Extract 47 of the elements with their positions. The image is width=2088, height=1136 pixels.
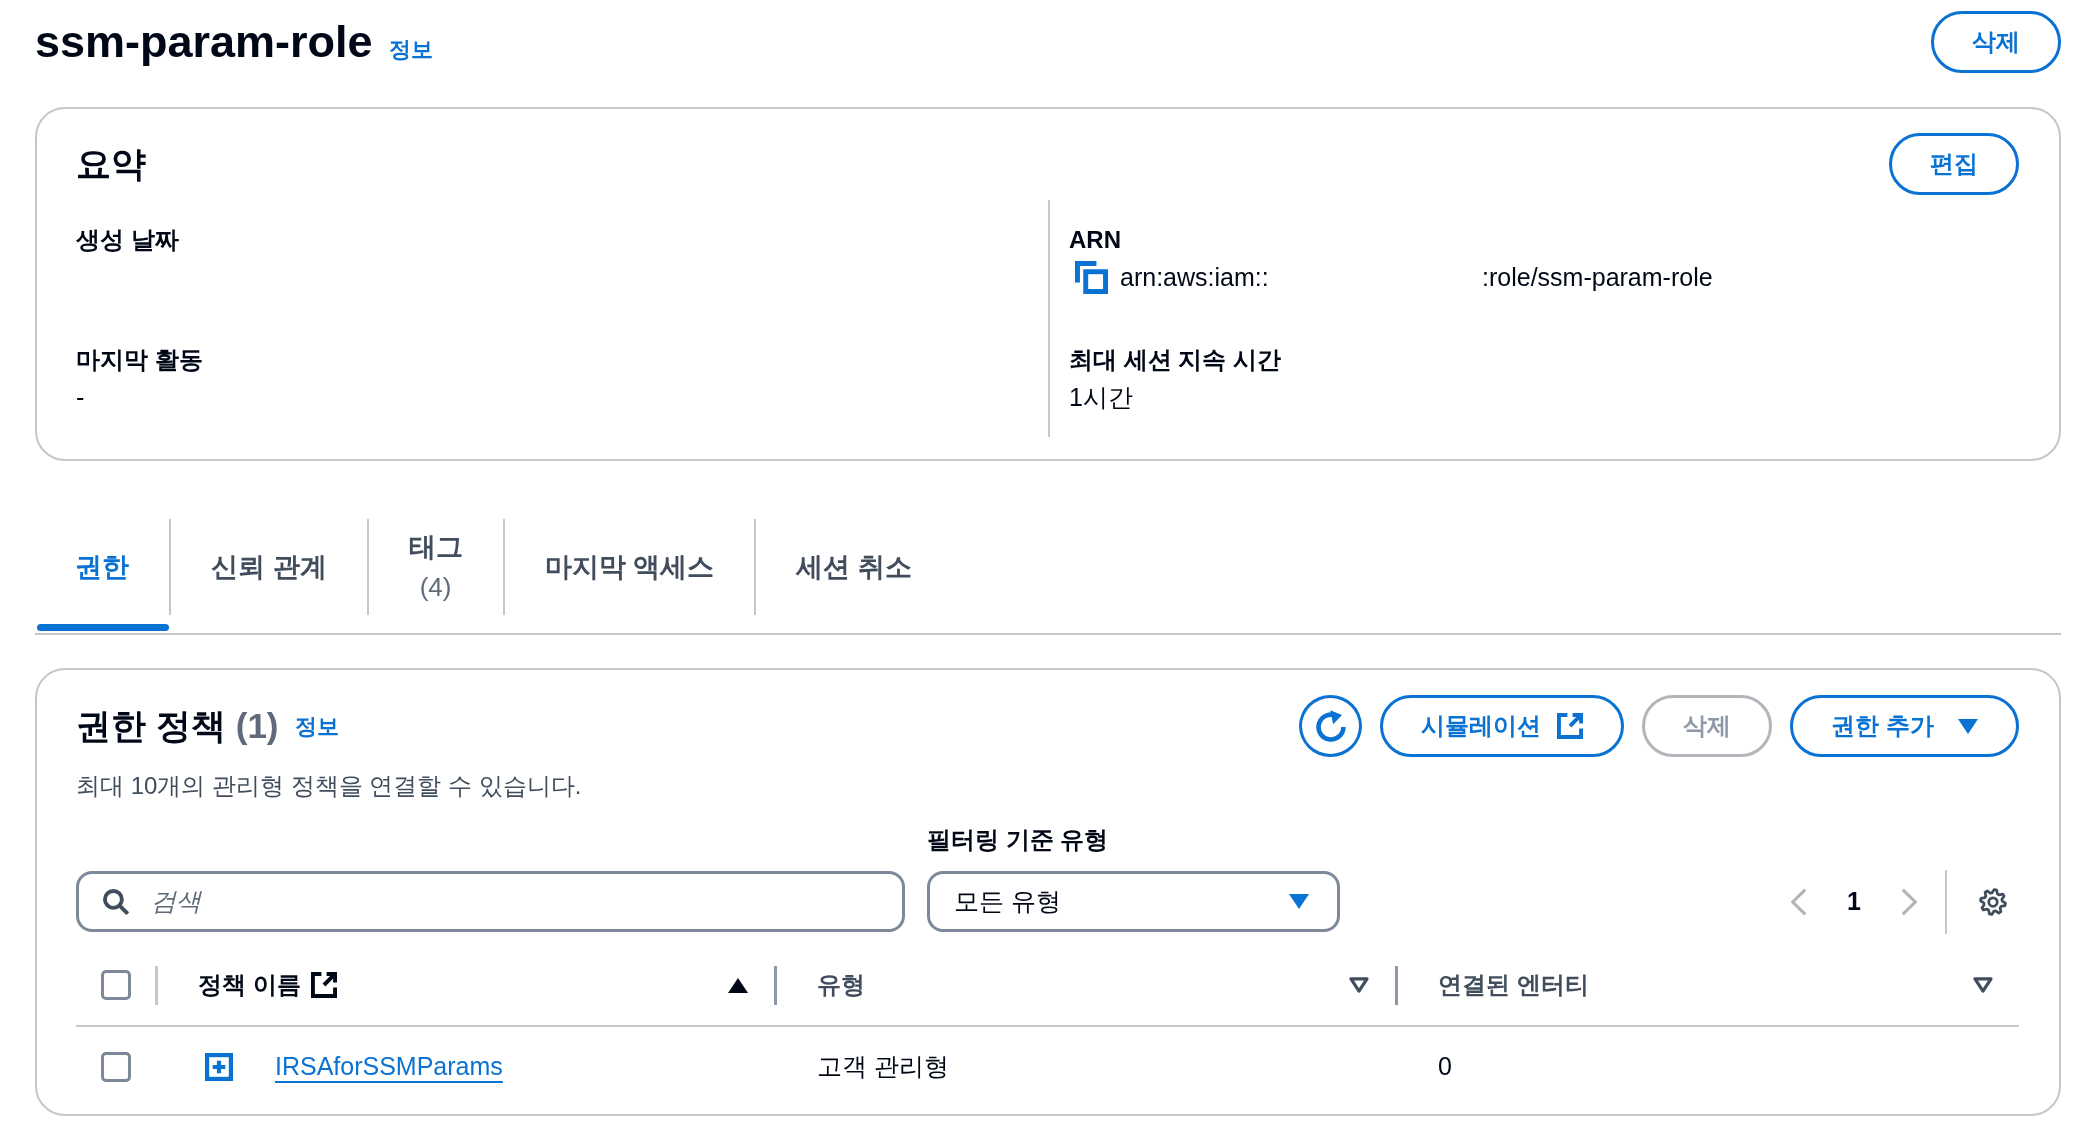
search-field[interactable]: 검색	[76, 871, 905, 932]
settings-icon[interactable]	[1979, 887, 2007, 916]
copy-icon[interactable]	[1075, 260, 1108, 294]
caret-down-icon	[1289, 894, 1309, 909]
caret-down-icon	[1958, 718, 1978, 734]
page-title: ssm-param-role	[35, 15, 373, 69]
field-label: ARN	[1069, 225, 1122, 255]
arn-value: arn:aws:iam::	[1120, 262, 1270, 293]
arn-value: :role/ssm-param-role	[1482, 262, 1713, 293]
edit-button[interactable]: 편집	[1889, 132, 2019, 195]
type-select[interactable]: 모든 유형	[927, 871, 1340, 932]
info-link[interactable]: 정보	[388, 33, 433, 66]
filter-label: 필터링 기준 유형	[927, 825, 1110, 855]
tab[interactable]: 마지막 액세스	[504, 519, 757, 633]
table-cell: 0	[1438, 1052, 1452, 1081]
simulation-button[interactable]: 시뮬레이션	[1380, 695, 1625, 757]
row-checkbox[interactable]	[100, 1052, 131, 1082]
field-label: 마지막 활동	[76, 345, 204, 375]
tab[interactable]: 태그 (4)	[368, 519, 505, 633]
page-number[interactable]: 1	[1843, 889, 1865, 914]
tab[interactable]: 신뢰 관계	[171, 519, 369, 633]
field-value: 1시간	[1069, 382, 1134, 413]
tab[interactable]: 권한	[35, 519, 171, 633]
delete-button[interactable]: 삭제	[1931, 11, 2061, 73]
select-all-checkbox[interactable]	[100, 970, 131, 1000]
section-title: 요약	[76, 142, 146, 185]
field-label: 최대 세션 지속 시간	[1069, 345, 1282, 375]
column-header[interactable]: 연결된 엔터티	[1438, 967, 1589, 1003]
policy-count: (1)	[235, 705, 279, 747]
column-header[interactable]: 유형	[817, 967, 865, 1003]
tab[interactable]: 세션 취소	[756, 519, 952, 633]
policy-link[interactable]: IRSAforSSMParams	[275, 1048, 503, 1086]
field-label: 생성 날짜	[76, 225, 180, 255]
sort-ascending-icon[interactable]	[728, 977, 748, 993]
field-value: -	[76, 382, 86, 413]
info-link[interactable]: 정보	[294, 709, 339, 743]
sort-icon[interactable]	[1973, 977, 1993, 993]
table-cell: 고객 관리형	[817, 1052, 949, 1081]
column-header[interactable]: 정책 이름	[198, 967, 301, 1003]
description-text: 최대 10개의 관리형 정책을 연결할 수 있습니다.	[76, 771, 583, 801]
add-permissions-button[interactable]: 권한 추가	[1790, 695, 2019, 757]
refresh-icon	[1314, 710, 1347, 742]
external-link-icon	[1557, 713, 1584, 739]
expand-icon[interactable]	[205, 1053, 233, 1081]
search-icon	[103, 888, 129, 915]
sort-icon[interactable]	[1349, 977, 1369, 993]
panel-title: 권한 정책	[76, 705, 226, 747]
